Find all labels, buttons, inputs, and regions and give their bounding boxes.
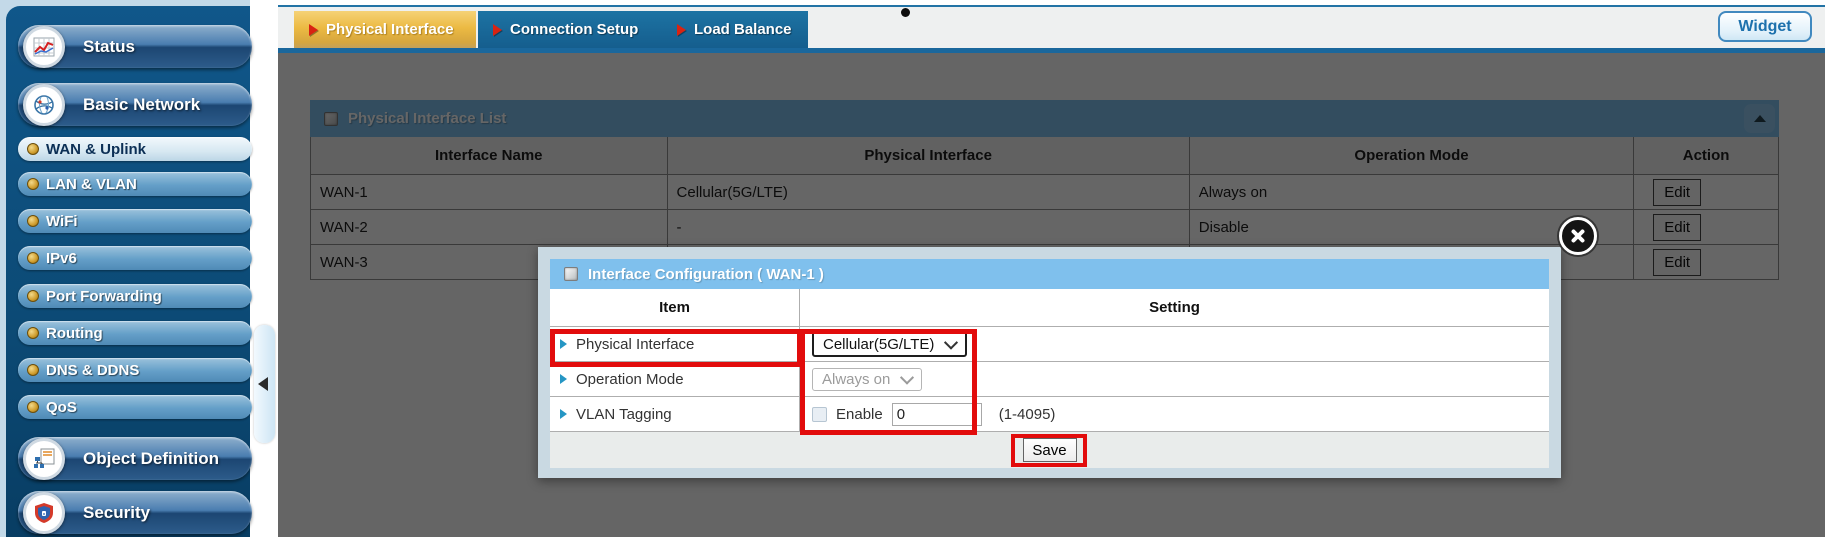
dialog-inner: Interface Configuration ( WAN-1 ) Item S… bbox=[550, 259, 1549, 468]
setting-column-header: Setting bbox=[800, 289, 1549, 326]
tab-arrow-icon bbox=[309, 24, 318, 36]
sidebar-item-wan-uplink[interactable]: WAN & Uplink bbox=[18, 137, 252, 161]
sidebar-item-label: DNS & DDNS bbox=[46, 362, 139, 379]
sidebar-item-label: IPv6 bbox=[46, 250, 77, 267]
content-area: Physical Interface Connection Setup Load… bbox=[278, 0, 1825, 537]
tab-label: Physical Interface bbox=[326, 21, 454, 38]
bullet-icon bbox=[27, 215, 39, 227]
sidebar-collapse-handle[interactable] bbox=[254, 325, 275, 443]
tab-arrow-icon bbox=[677, 24, 686, 36]
dialog-title: Interface Configuration ( WAN-1 ) bbox=[588, 266, 824, 283]
widget-button[interactable]: Widget bbox=[1718, 11, 1812, 42]
sidebar-item-label: Status bbox=[83, 37, 135, 57]
collapse-left-icon bbox=[258, 377, 268, 391]
dialog-title-bar: Interface Configuration ( WAN-1 ) bbox=[550, 259, 1549, 289]
tab-label: Load Balance bbox=[694, 21, 792, 38]
sidebar-item-label: WAN & Uplink bbox=[46, 141, 146, 158]
tab-load-balance[interactable]: Load Balance bbox=[662, 11, 808, 48]
selected-option: Always on bbox=[822, 371, 890, 388]
sidebar-item-lan-vlan[interactable]: LAN & VLAN bbox=[18, 172, 252, 196]
vlan-range-hint: (1-4095) bbox=[999, 406, 1056, 423]
interface-configuration-dialog: Interface Configuration ( WAN-1 ) Item S… bbox=[538, 247, 1561, 478]
row-arrow-icon bbox=[560, 339, 567, 349]
physical-interface-select[interactable]: Cellular(5G/LTE) bbox=[812, 331, 967, 357]
operation-mode-label: Operation Mode bbox=[576, 371, 684, 388]
dialog-header-row: Item Setting bbox=[550, 289, 1549, 326]
bullet-icon bbox=[27, 252, 39, 264]
black-dot-icon bbox=[901, 8, 910, 17]
sidebar-item-label: Port Forwarding bbox=[46, 288, 162, 305]
tab-connection-setup[interactable]: Connection Setup bbox=[478, 11, 662, 48]
object-definition-icon bbox=[23, 438, 65, 480]
tab-label: Connection Setup bbox=[510, 21, 638, 38]
vlan-id-input[interactable] bbox=[892, 403, 982, 426]
widget-label: Widget bbox=[1738, 18, 1791, 36]
panel-square-icon bbox=[564, 267, 578, 281]
sidebar-item-port-forwarding[interactable]: Port Forwarding bbox=[18, 284, 252, 308]
sidebar-item-label: LAN & VLAN bbox=[46, 176, 137, 193]
sidebar-item-basic-network[interactable]: Basic Network bbox=[18, 83, 252, 126]
sidebar-item-label: WiFi bbox=[46, 213, 78, 230]
bullet-icon bbox=[27, 401, 39, 413]
sidebar-item-wifi[interactable]: WiFi bbox=[18, 209, 252, 233]
close-x-icon bbox=[1570, 228, 1586, 244]
tab-arrow-icon bbox=[493, 24, 502, 36]
vlan-tagging-label: VLAN Tagging bbox=[576, 406, 672, 423]
sidebar-item-label: Basic Network bbox=[83, 95, 200, 115]
top-tab-bar: Physical Interface Connection Setup Load… bbox=[278, 0, 1825, 53]
bullet-icon bbox=[27, 178, 39, 190]
close-button[interactable] bbox=[1559, 217, 1597, 255]
physical-interface-label: Physical Interface bbox=[576, 336, 694, 353]
sidebar-item-label: Routing bbox=[46, 325, 103, 342]
bullet-icon bbox=[27, 327, 39, 339]
item-column-header: Item bbox=[550, 289, 800, 326]
selected-option: Cellular(5G/LTE) bbox=[823, 336, 934, 353]
operation-mode-row: Operation Mode Always on bbox=[550, 361, 1549, 396]
save-button[interactable]: Save bbox=[1023, 438, 1077, 462]
row-arrow-icon bbox=[560, 409, 567, 419]
operation-mode-select[interactable]: Always on bbox=[812, 368, 922, 391]
sidebar-panel: Status Basic Network WAN & Uplink LAN & … bbox=[6, 6, 250, 537]
sidebar-item-dns-ddns[interactable]: DNS & DDNS bbox=[18, 358, 252, 382]
bullet-icon bbox=[27, 143, 39, 155]
chevron-down-icon bbox=[944, 336, 958, 350]
sidebar: Status Basic Network WAN & Uplink LAN & … bbox=[0, 0, 250, 537]
app-root: Status Basic Network WAN & Uplink LAN & … bbox=[0, 0, 1825, 537]
tab-physical-interface[interactable]: Physical Interface bbox=[294, 11, 476, 48]
sidebar-item-routing[interactable]: Routing bbox=[18, 321, 252, 345]
status-chart-icon bbox=[23, 26, 65, 68]
network-globe-icon bbox=[23, 84, 65, 126]
vlan-tagging-row: VLAN Tagging Enable (1-4095) bbox=[550, 396, 1549, 431]
chevron-down-icon bbox=[900, 371, 914, 385]
security-shield-icon bbox=[23, 492, 65, 534]
physical-interface-row: Physical Interface Cellular(5G/LTE) bbox=[550, 326, 1549, 361]
row-arrow-icon bbox=[560, 374, 567, 384]
sidebar-item-label: QoS bbox=[46, 399, 77, 416]
sidebar-item-object-definition[interactable]: Object Definition bbox=[18, 437, 252, 480]
sidebar-item-qos[interactable]: QoS bbox=[18, 395, 252, 419]
bullet-icon bbox=[27, 290, 39, 302]
top-blue-line bbox=[278, 5, 1825, 7]
sidebar-item-security[interactable]: Security bbox=[18, 491, 252, 534]
bullet-icon bbox=[27, 364, 39, 376]
sidebar-item-status[interactable]: Status bbox=[18, 25, 252, 68]
vlan-enable-checkbox[interactable] bbox=[812, 407, 827, 422]
vlan-enable-label: Enable bbox=[836, 406, 883, 423]
sidebar-item-label: Security bbox=[83, 503, 150, 523]
sidebar-item-label: Object Definition bbox=[83, 449, 219, 469]
sidebar-item-ipv6[interactable]: IPv6 bbox=[18, 246, 252, 270]
dialog-footer: Save bbox=[550, 431, 1549, 468]
